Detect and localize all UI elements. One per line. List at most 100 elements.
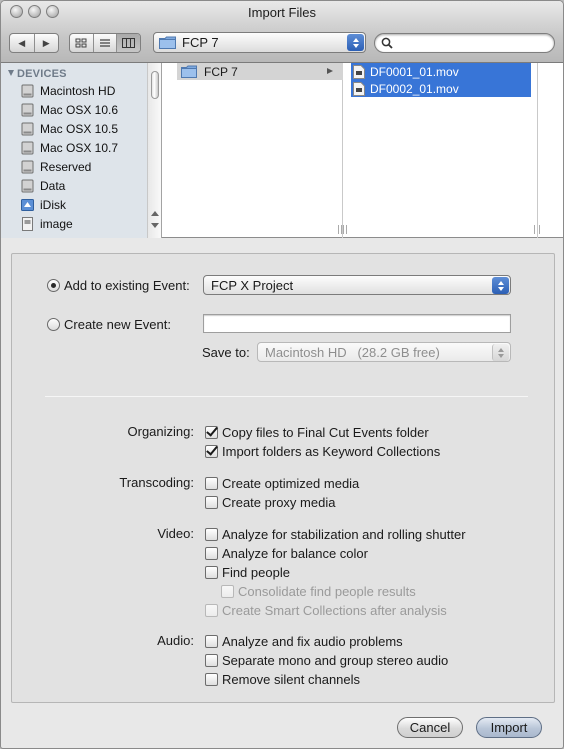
checkbox[interactable] <box>205 653 218 667</box>
titlebar: Import Files ◀ ▶ FCP 7 <box>1 1 563 63</box>
audio-option-separate-mono-and-group-stereo-audio[interactable]: Separate mono and group stereo audio <box>205 651 448 669</box>
movie-file-icon <box>353 64 365 79</box>
back-arrow-icon: ◀ <box>18 37 26 48</box>
sidebar-item-label: Mac OSX 10.7 <box>40 141 119 155</box>
checkbox[interactable] <box>205 527 218 541</box>
folder-icon <box>181 65 197 78</box>
column-resize-grip[interactable] <box>341 225 347 234</box>
hard-drive-icon <box>21 122 34 136</box>
checkbox-label: Analyze for stabilization and rolling sh… <box>222 526 466 542</box>
import-button[interactable]: Import <box>476 717 542 738</box>
list-view-button[interactable] <box>92 34 117 52</box>
sidebar-item-data[interactable]: Data <box>21 177 65 195</box>
scrollbar-thumb[interactable] <box>151 71 159 99</box>
column-resize-grip[interactable] <box>534 225 540 234</box>
path-popup-label: FCP 7 <box>182 35 219 50</box>
checkbox-label: Copy files to Final Cut Events folder <box>222 424 429 440</box>
forward-button[interactable]: ▶ <box>33 34 59 52</box>
search-icon <box>381 37 393 49</box>
organizing-option-import-folders-as-keyword-collections[interactable]: Import folders as Keyword Collections <box>205 442 440 460</box>
back-button[interactable]: ◀ <box>10 34 34 52</box>
column-view-icon <box>122 38 136 48</box>
existing-event-popup[interactable]: FCP X Project <box>203 275 511 295</box>
video-option-consolidate-find-people-results: Consolidate find people results <box>221 582 416 600</box>
sidebar-item-idisk[interactable]: iDisk <box>21 196 66 214</box>
cancel-button[interactable]: Cancel <box>397 717 463 738</box>
organizing-label: Organizing: <box>127 424 194 439</box>
audio-option-remove-silent-channels[interactable]: Remove silent channels <box>205 670 360 688</box>
sidebar-item-mac-osx-10-5[interactable]: Mac OSX 10.5 <box>21 120 118 138</box>
video-option-find-people[interactable]: Find people <box>205 563 290 581</box>
folder-row-fcp7[interactable]: FCP 7 <box>177 63 343 80</box>
transcoding-option-create-proxy-media[interactable]: Create proxy media <box>205 493 335 511</box>
add-existing-event-option[interactable]: Add to existing Event: <box>47 278 190 293</box>
sidebar-item-label: image <box>40 217 73 231</box>
sidebar-item-macintosh-hd[interactable]: Macintosh HD <box>21 82 115 100</box>
path-popup[interactable]: FCP 7 <box>153 32 366 53</box>
transcoding-label: Transcoding: <box>119 475 194 490</box>
sidebar-item-reserved[interactable]: Reserved <box>21 158 91 176</box>
organizing-option-copy-files-to-final-cut-events-folder[interactable]: Copy files to Final Cut Events folder <box>205 423 429 441</box>
disclosure-triangle-icon <box>8 70 14 76</box>
column-view-button[interactable] <box>116 34 140 52</box>
search-field[interactable] <box>374 33 555 53</box>
icon-view-button[interactable] <box>70 34 93 52</box>
video-option-analyze-for-balance-color[interactable]: Analyze for balance color <box>205 544 368 562</box>
browser-column-2: DF0001_01.mov DF0002_01.mov <box>341 63 540 238</box>
save-to-value: Macintosh HD (28.2 GB free) <box>265 344 440 360</box>
create-new-event-option[interactable]: Create new Event: <box>47 317 171 332</box>
create-new-label: Create new Event: <box>64 317 171 332</box>
checkbox[interactable] <box>205 444 218 458</box>
checkbox-label: Find people <box>222 564 290 580</box>
idisk-icon <box>21 199 34 211</box>
hard-drive-icon <box>21 179 34 193</box>
checkbox[interactable] <box>205 425 218 439</box>
checkbox-label: Create proxy media <box>222 494 336 510</box>
browser-column-1: FCP 7 <box>177 63 344 238</box>
audio-option-analyze-and-fix-audio-problems[interactable]: Analyze and fix audio problems <box>205 632 403 650</box>
checkbox-label: Create optimized media <box>222 475 360 491</box>
search-input[interactable] <box>397 36 537 50</box>
checkbox[interactable] <box>205 495 218 509</box>
sidebar-item-mac-osx-10-7[interactable]: Mac OSX 10.7 <box>21 139 118 157</box>
sidebar-item-label: Mac OSX 10.6 <box>40 103 119 117</box>
sidebar-scrollbar[interactable] <box>147 63 161 238</box>
sidebar-item-image[interactable]: image <box>21 215 73 233</box>
checkbox-label: Analyze and fix audio problems <box>222 633 403 649</box>
checkbox-label: Analyze for balance color <box>222 545 368 561</box>
scroll-down-arrow-icon[interactable] <box>151 223 159 228</box>
sidebar: DEVICES Macintosh HD Mac OSX 10.6 Mac OSX … <box>1 63 162 238</box>
transcoding-option-create-optimized-media[interactable]: Create optimized media <box>205 474 359 492</box>
add-existing-radio[interactable] <box>47 279 60 292</box>
checkbox[interactable] <box>205 476 218 490</box>
sidebar-item-label: Mac OSX 10.5 <box>40 122 119 136</box>
scroll-up-arrow-icon[interactable] <box>151 211 159 216</box>
forward-arrow-icon: ▶ <box>42 37 50 48</box>
chevron-right-icon <box>327 68 333 74</box>
hard-drive-icon <box>21 103 34 117</box>
add-existing-label: Add to existing Event: <box>64 278 190 293</box>
devices-section-header[interactable]: DEVICES <box>8 68 67 80</box>
checkbox[interactable] <box>205 565 218 579</box>
back-forward-control: ◀ ▶ <box>9 33 59 53</box>
checkbox[interactable] <box>205 546 218 560</box>
file-row[interactable]: DF0002_01.mov <box>351 80 531 97</box>
list-view-icon <box>100 39 110 47</box>
video-option-analyze-for-stabilization-and-rolling-shutter[interactable]: Analyze for stabilization and rolling sh… <box>205 525 466 543</box>
checkbox[interactable] <box>205 634 218 648</box>
create-new-radio[interactable] <box>47 318 60 331</box>
hard-drive-icon <box>21 141 34 155</box>
import-files-window: Import Files ◀ ▶ FCP 7 DEVICES Macintosh… <box>0 0 564 749</box>
sidebar-item-label: iDisk <box>40 198 66 212</box>
sidebar-item-mac-osx-10-6[interactable]: Mac OSX 10.6 <box>21 101 118 119</box>
sidebar-item-label: Data <box>40 179 66 193</box>
file-row[interactable]: DF0001_01.mov <box>351 63 531 80</box>
file-name: DF0001_01.mov <box>370 64 459 79</box>
popup-arrows-icon <box>347 34 364 51</box>
new-event-name-field[interactable] <box>203 314 511 333</box>
folder-icon <box>159 36 176 49</box>
window-title: Import Files <box>248 5 316 20</box>
checkbox-label: Separate mono and group stereo audio <box>222 652 449 668</box>
save-to-popup[interactable]: Macintosh HD (28.2 GB free) <box>257 342 511 362</box>
checkbox[interactable] <box>205 672 218 686</box>
